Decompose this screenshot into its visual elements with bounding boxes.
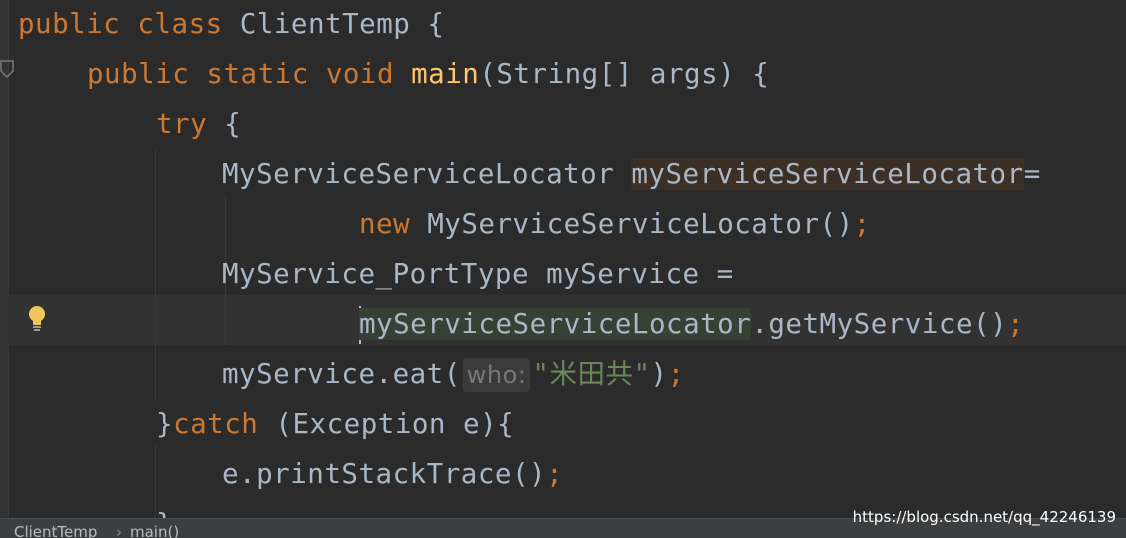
- constructor-call: MyServiceServiceLocator(): [427, 208, 854, 240]
- code-line-10[interactable]: e.printStackTrace();: [222, 449, 563, 499]
- open-brace: {: [427, 8, 445, 40]
- keyword-static: static: [206, 58, 309, 90]
- breadcrumb-separator: ›: [116, 523, 122, 538]
- keyword-new: new: [359, 208, 411, 240]
- code-line-11[interactable]: }: [156, 499, 173, 518]
- method-params: (String[] args): [479, 58, 736, 90]
- code-line-3[interactable]: try {: [156, 99, 241, 149]
- code-line-2[interactable]: public static void main(String[] args) {: [87, 49, 769, 99]
- fold-marker-icon[interactable]: [0, 60, 14, 78]
- lightbulb-icon[interactable]: [26, 304, 48, 332]
- type-name: MyServiceServiceLocator: [222, 158, 615, 190]
- catch-params: (Exception e){: [275, 408, 515, 440]
- semicolon: ;: [667, 358, 685, 390]
- keyword-catch: catch: [173, 408, 259, 440]
- code-line-5[interactable]: new MyServiceServiceLocator();: [359, 199, 871, 249]
- semicolon: ;: [546, 458, 564, 490]
- breadcrumb-item-method[interactable]: main(): [130, 523, 179, 538]
- close-brace: }: [156, 408, 174, 440]
- code-line-6[interactable]: MyService_PortType myService =: [222, 249, 734, 299]
- parameter-hint: who:: [462, 358, 531, 392]
- method-call: e.printStackTrace(): [222, 458, 547, 490]
- close-brace: }: [156, 508, 173, 518]
- keyword-void: void: [325, 58, 395, 90]
- keyword-public: public: [87, 58, 190, 90]
- variable-usage: myServiceServiceLocator: [359, 308, 752, 340]
- keyword-try: try: [156, 108, 208, 140]
- class-name: ClientTemp: [239, 8, 411, 40]
- declaration-text: MyService_PortType myService =: [222, 258, 734, 290]
- code-line-8[interactable]: myService.eat(who: "米田共");: [222, 349, 685, 399]
- close-paren: ): [650, 358, 668, 390]
- code-editor[interactable]: public class ClientTemp { public static …: [0, 0, 1126, 518]
- method-call: myService.eat(: [222, 358, 461, 390]
- semicolon: ;: [853, 208, 871, 240]
- code-line-4[interactable]: MyServiceServiceLocator myServiceService…: [222, 149, 1041, 199]
- code-line-1[interactable]: public class ClientTemp {: [18, 0, 444, 49]
- open-brace: {: [752, 58, 770, 90]
- string-literal: "米田共": [532, 358, 651, 390]
- method-call: .getMyService(): [751, 308, 1008, 340]
- watermark: https://blog.csdn.net/qq_42246139: [852, 508, 1116, 526]
- code-line-9[interactable]: }catch (Exception e){: [156, 399, 514, 449]
- keyword-public: public: [18, 8, 121, 40]
- breadcrumb-item-class[interactable]: ClientTemp: [14, 523, 97, 538]
- code-line-7[interactable]: myServiceServiceLocator.getMyService();: [359, 299, 1024, 349]
- method-name: main: [411, 58, 480, 90]
- semicolon: ;: [1007, 308, 1025, 340]
- indent-guide: [155, 150, 156, 400]
- keyword-class: class: [137, 8, 223, 40]
- assign-operator: =: [1023, 158, 1041, 190]
- variable-declaration: myServiceServiceLocator: [631, 158, 1024, 190]
- open-brace: {: [224, 108, 242, 140]
